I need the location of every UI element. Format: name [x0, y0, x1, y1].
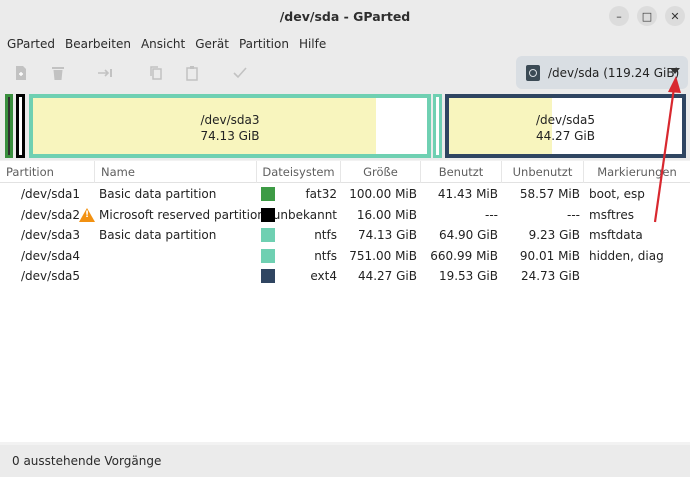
paste-icon — [186, 66, 198, 81]
cell-name: Microsoft reserved partition — [99, 207, 265, 222]
filesystem-color-swatch — [261, 248, 275, 263]
disk-map: /dev/sda3 74.13 GiB /dev/sda5 44.27 GiB — [0, 90, 690, 160]
col-name[interactable]: Name — [95, 161, 257, 183]
new-partition-icon — [16, 66, 26, 80]
cell-partition: /dev/sda4 — [21, 248, 81, 263]
cell-flags: boot, esp — [589, 187, 645, 201]
cell-name: Basic data partition — [99, 187, 217, 201]
cell-size: 44.27 GiB — [357, 269, 417, 283]
diskmap-sda5-size: 44.27 GiB — [535, 129, 596, 143]
delete-button[interactable] — [47, 62, 69, 84]
window-title: /dev/sda - GParted — [279, 8, 411, 24]
cell-used: 660.99 MiB — [430, 248, 498, 263]
cell-flags: msftdata — [589, 228, 643, 242]
table-header: Partition Name Dateisystem Größe Benutzt… — [0, 161, 690, 183]
filesystem-color-swatch — [261, 207, 275, 222]
col-dateisystem[interactable]: Dateisystem — [257, 161, 341, 183]
cell-fs: fat32 — [305, 187, 337, 201]
copy-icon — [150, 66, 162, 80]
cell-partition: /dev/sda5 — [21, 269, 81, 283]
menu-partition[interactable]: Partition — [234, 37, 294, 51]
diskmap-sda5[interactable]: /dev/sda5 44.27 GiB — [445, 94, 686, 158]
table-row[interactable]: /dev/sda4 ntfs 751.00 MiB 660.99 MiB 90.01 M… — [0, 246, 690, 266]
cell-partition: /dev/sda2 — [21, 207, 81, 222]
cell-fs: ext4 — [310, 269, 337, 283]
cell-partition: /dev/sda3 — [21, 228, 81, 242]
device-selector-label: /dev/sda (119.24 GiB) — [548, 65, 680, 80]
apply-icon — [233, 67, 247, 79]
diskmap-sda3-size: 74.13 GiB — [200, 129, 260, 143]
col-markierungen[interactable]: Markierungen — [584, 161, 690, 183]
diskmap-sda3-label: /dev/sda3 74.13 GiB — [33, 112, 427, 144]
filesystem-color-swatch — [261, 228, 275, 242]
diskmap-sda4[interactable] — [433, 94, 442, 158]
table-row[interactable]: /dev/sda3 Basic data partition ntfs 74.13 G… — [0, 225, 690, 245]
cell-unused: 58.57 MiB — [519, 187, 580, 201]
menu-gparted[interactable]: GParted — [2, 37, 60, 51]
menu-bar: GParted Bearbeiten Ansicht Gerät Partiti… — [0, 32, 690, 56]
filesystem-color-swatch — [261, 269, 275, 283]
cell-fs: unbekannt — [272, 207, 337, 222]
delete-icon — [52, 67, 64, 80]
device-selector[interactable]: /dev/sda (119.24 GiB) — [516, 56, 688, 89]
close-icon: ✕ — [670, 9, 680, 23]
cell-flags: msftres — [589, 207, 634, 222]
diskmap-sda2[interactable] — [16, 94, 25, 158]
close-button[interactable]: ✕ — [665, 6, 685, 26]
filesystem-color-swatch — [261, 187, 275, 201]
cell-unused: 9.23 GiB — [528, 228, 580, 242]
diskmap-sda3[interactable]: /dev/sda3 74.13 GiB — [29, 94, 431, 158]
menu-hilfe[interactable]: Hilfe — [294, 37, 331, 51]
cell-unused: 24.73 GiB — [520, 269, 580, 283]
col-partition[interactable]: Partition — [0, 161, 95, 183]
cell-used: --- — [485, 207, 498, 222]
cell-partition: /dev/sda1 — [21, 187, 81, 201]
title-bar: /dev/sda - GParted – □ ✕ — [0, 0, 690, 32]
cell-fs: ntfs — [314, 228, 337, 242]
cell-used: 19.53 GiB — [438, 269, 498, 283]
cell-unused: 90.01 MiB — [519, 248, 580, 263]
menu-geraet[interactable]: Gerät — [190, 37, 234, 51]
harddisk-icon — [526, 64, 540, 81]
diskmap-sda1[interactable] — [5, 94, 13, 158]
cell-fs: ntfs — [314, 248, 337, 263]
cell-used: 64.90 GiB — [438, 228, 498, 242]
diskmap-sda3-name: /dev/sda3 — [200, 113, 260, 127]
cell-size: 751.00 MiB — [349, 248, 417, 263]
status-bar: 0 ausstehende Vorgänge — [0, 445, 690, 477]
pending-operations-status: 0 ausstehende Vorgänge — [12, 454, 162, 468]
gparted-window: /dev/sda - GParted – □ ✕ GParted Bearbei… — [0, 0, 690, 477]
menu-ansicht[interactable]: Ansicht — [136, 37, 190, 51]
diskmap-sda5-name: /dev/sda5 — [535, 113, 596, 127]
cell-flags: hidden, diag — [589, 248, 664, 263]
cell-name: Basic data partition — [99, 228, 217, 242]
col-benutzt[interactable]: Benutzt — [421, 161, 502, 183]
copy-button[interactable] — [145, 62, 167, 84]
diskmap-sda5-label: /dev/sda5 44.27 GiB — [449, 112, 682, 144]
cell-used: 41.43 MiB — [437, 187, 498, 201]
apply-button[interactable] — [229, 62, 251, 84]
maximize-icon: □ — [641, 9, 653, 23]
table-row[interactable]: /dev/sda1 Basic data partition fat32 100.00… — [0, 184, 690, 204]
cell-size: 74.13 GiB — [357, 228, 417, 242]
partition-table: Partition Name Dateisystem Größe Benutzt… — [0, 161, 690, 442]
menu-bearbeiten[interactable]: Bearbeiten — [60, 37, 136, 51]
cell-unused: --- — [567, 207, 580, 222]
table-row[interactable]: /dev/sda2 Microsoft reserved partition unb… — [0, 205, 690, 225]
minimize-button[interactable]: – — [609, 6, 629, 26]
table-row[interactable]: /dev/sda5 ext4 44.27 GiB 19.53 GiB 24.73 GiB — [0, 266, 690, 286]
resize-move-button[interactable] — [95, 62, 117, 84]
paste-button[interactable] — [181, 62, 203, 84]
dropdown-caret-icon — [670, 68, 680, 74]
new-partition-button[interactable] — [10, 62, 32, 84]
minimize-icon: – — [616, 9, 622, 23]
maximize-button[interactable]: □ — [637, 6, 657, 26]
resize-move-icon — [98, 69, 112, 77]
cell-size: 16.00 MiB — [356, 207, 417, 222]
col-groesse[interactable]: Größe — [341, 161, 421, 183]
cell-size: 100.00 MiB — [349, 187, 417, 201]
col-unbenutzt[interactable]: Unbenutzt — [502, 161, 584, 183]
warning-mark: ! — [85, 209, 90, 220]
